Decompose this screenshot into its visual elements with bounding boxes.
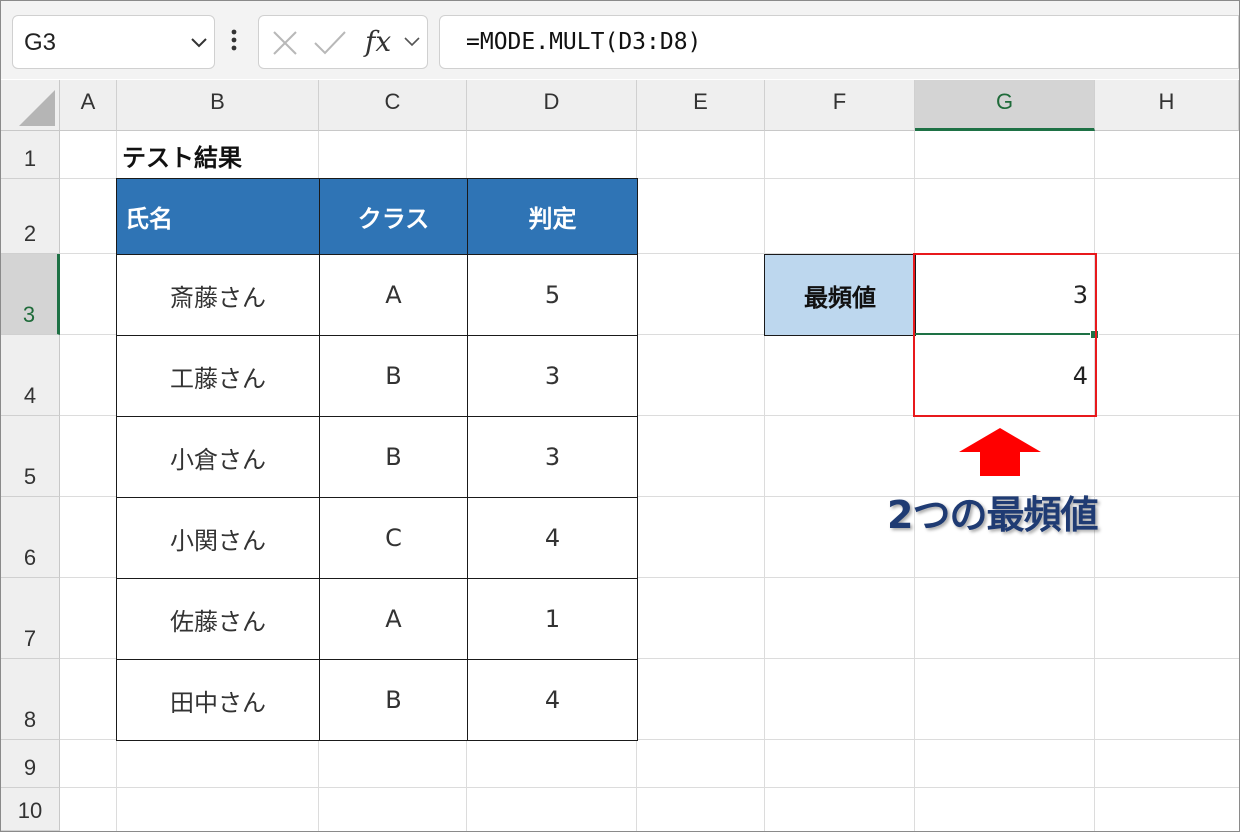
header-score[interactable]: 判定 [467, 178, 638, 255]
cell-score[interactable]: 4 [467, 497, 638, 579]
mode-label-cell[interactable]: 最頻値 [764, 254, 916, 336]
chevron-down-icon[interactable] [189, 35, 209, 51]
row-header-1[interactable]: 1 [1, 131, 60, 179]
insert-function-button[interactable]: fx [365, 25, 391, 58]
row-header-10[interactable]: 10 [1, 788, 60, 831]
cell-name[interactable]: 佐藤さん [116, 578, 320, 660]
column-header-h[interactable]: H [1095, 80, 1239, 131]
cell-score[interactable]: 3 [467, 335, 638, 417]
cell-name[interactable]: 小関さん [116, 497, 320, 579]
formula-controls: fx [258, 15, 428, 69]
cell-score[interactable]: 1 [467, 578, 638, 660]
column-header-e[interactable]: E [637, 80, 765, 131]
row-header-2[interactable]: 2 [1, 179, 60, 254]
cell-class[interactable]: A [319, 578, 468, 660]
formula-text: =MODE.MULT(D3:D8) [466, 29, 702, 55]
cell-class[interactable]: B [319, 416, 468, 498]
cell-class[interactable]: A [319, 254, 468, 336]
header-class[interactable]: クラス [319, 178, 468, 255]
row-header-8[interactable]: 8 [1, 659, 60, 740]
chevron-down-icon[interactable] [403, 35, 421, 49]
cell-score[interactable]: 3 [467, 416, 638, 498]
gridline [764, 131, 765, 831]
cell-class[interactable]: C [319, 497, 468, 579]
gridline [914, 131, 915, 831]
cancel-icon[interactable] [271, 29, 299, 57]
gridline [60, 787, 1239, 788]
row-header-6[interactable]: 6 [1, 497, 60, 578]
row-header-4[interactable]: 4 [1, 335, 60, 416]
cell-name[interactable]: 小倉さん [116, 416, 320, 498]
cell-score[interactable]: 5 [467, 254, 638, 336]
column-header-d[interactable]: D [467, 80, 637, 131]
row-header-9[interactable]: 9 [1, 740, 60, 788]
up-arrow-icon [959, 428, 1041, 476]
highlight-box [913, 253, 1097, 417]
cell-name[interactable]: 田中さん [116, 659, 320, 741]
formula-bar: G3 fx =MODE.MULT(D3:D8) [1, 1, 1239, 79]
column-header-g[interactable]: G [915, 80, 1095, 131]
column-header-c[interactable]: C [319, 80, 467, 131]
header-name[interactable]: 氏名 [116, 178, 320, 255]
row-header-3[interactable]: 3 [1, 254, 60, 335]
name-box[interactable]: G3 [12, 15, 215, 69]
row-header-7[interactable]: 7 [1, 578, 60, 659]
select-all-triangle-icon [19, 90, 55, 126]
row-header-5[interactable]: 5 [1, 416, 60, 497]
cell-score[interactable]: 4 [467, 659, 638, 741]
formula-input[interactable]: =MODE.MULT(D3:D8) [439, 15, 1239, 69]
more-options-icon[interactable] [230, 29, 238, 53]
column-header-a[interactable]: A [60, 80, 117, 131]
sheet-title[interactable]: テスト結果 [122, 133, 422, 177]
cell-name[interactable]: 工藤さん [116, 335, 320, 417]
select-all-button[interactable] [1, 80, 60, 131]
cell-name[interactable]: 斎藤さん [116, 254, 320, 336]
gridline [1094, 131, 1095, 831]
cell-class[interactable]: B [319, 335, 468, 417]
callout-label: 2つの最頻値 [887, 493, 1098, 537]
column-header-f[interactable]: F [765, 80, 915, 131]
check-icon[interactable] [313, 29, 347, 57]
name-box-value: G3 [24, 29, 57, 56]
column-header-b[interactable]: B [117, 80, 319, 131]
cell-class[interactable]: B [319, 659, 468, 741]
